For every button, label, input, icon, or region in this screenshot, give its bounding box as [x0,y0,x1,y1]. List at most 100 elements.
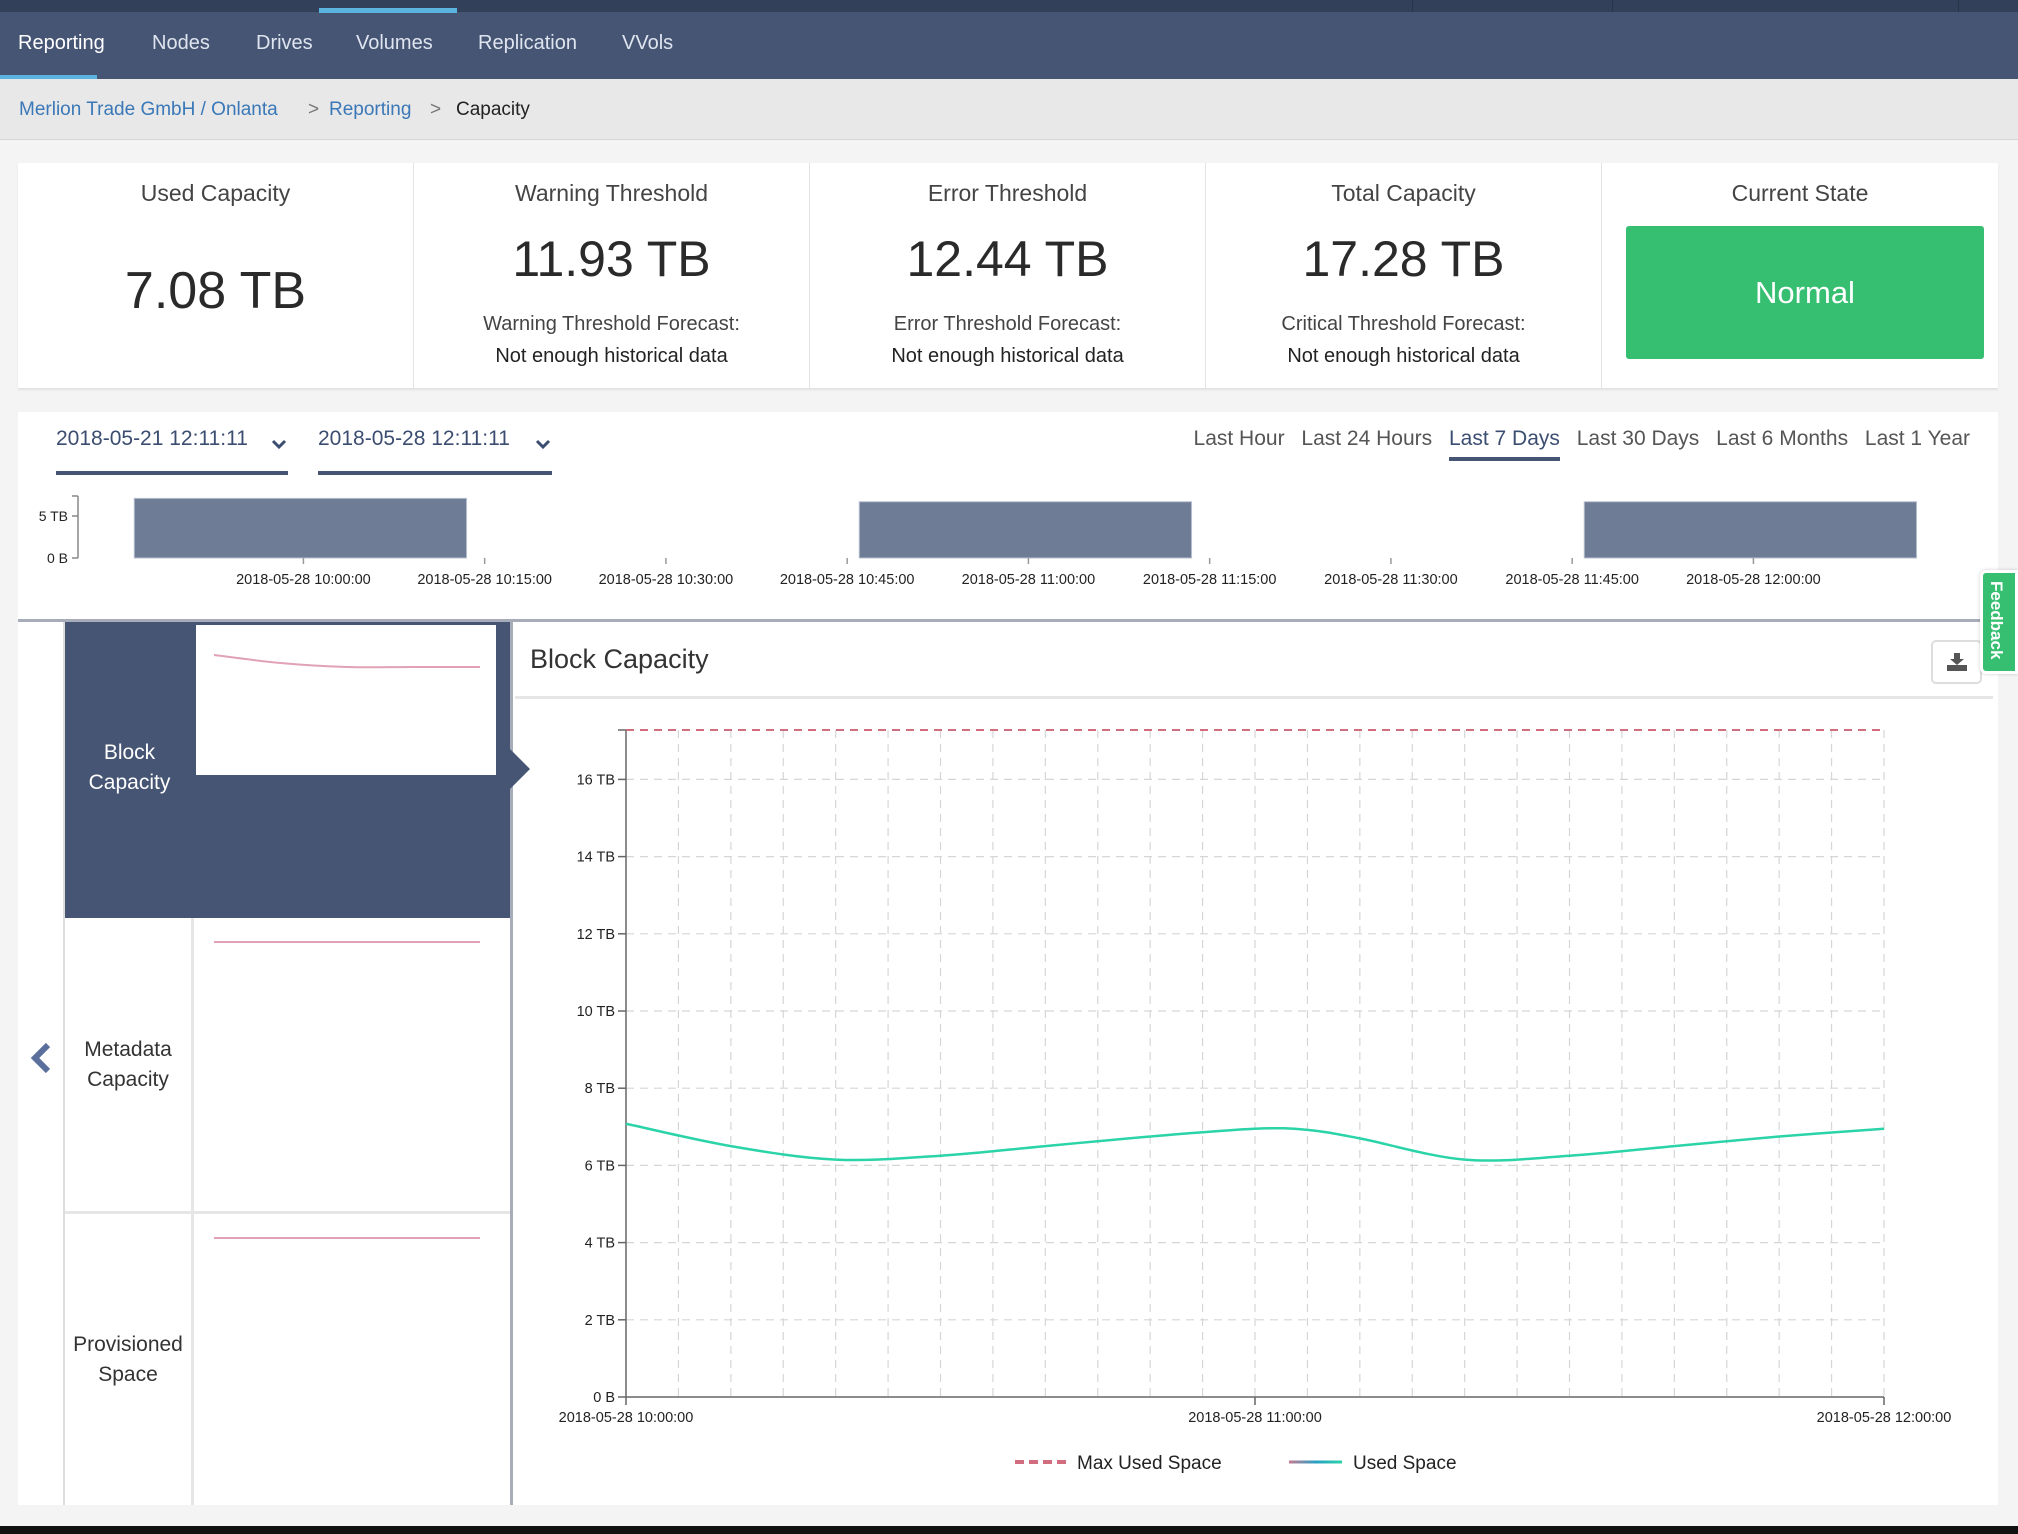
forecast-label: Critical Threshold Forecast: [1281,313,1526,335]
x-tick-label: 2018-05-28 10:15:00 [417,572,552,588]
strip-divider [1612,0,1613,12]
x-tick-label: 2018-05-28 11:15:00 [1143,572,1277,588]
y-tick-label: 16 TB [577,772,615,788]
legend-label-max-used-space: Max Used Space [1077,1453,1222,1474]
x-tick-label: 2018-05-28 10:00:00 [559,1410,694,1426]
x-tick-label: 2018-05-28 11:45:00 [1505,572,1639,588]
stat-title: Warning Threshold [514,180,709,206]
range-last-7-days[interactable]: Last 7 Days [1449,427,1560,461]
stat-error-threshold: Error Threshold 12.44 TB Error Threshold… [810,163,1206,388]
feedback-label: Feedback [1987,581,2006,660]
tab-vvols[interactable]: VVols [622,12,673,79]
collapse-column [18,622,63,1505]
y-tick-label: 12 TB [577,927,615,943]
start-date-select[interactable]: 2018-05-21 12:11:11 [56,427,288,475]
strip-divider [1412,0,1413,12]
tile-sparkline [213,1237,480,1239]
breadcrumb-cluster-link[interactable]: Merlion Trade GmbH / Onlanta [19,99,278,121]
stat-title: Used Capacity [140,180,291,206]
tab-drives[interactable]: Drives [256,12,313,79]
y-tick-label: 6 TB [585,1158,615,1174]
block-capacity-chart: 0 B 2 TB 4 TB 6 TB 8 TB 10 TB 12 TB 14 TB 16 TB 2… [559,729,1951,1474]
title-divider [515,696,1993,699]
stat-warning-threshold: Warning Threshold 11.93 TB Warning Thres… [414,163,810,388]
tile-sparkline [213,941,480,943]
tab-reporting[interactable]: Reporting [18,12,105,79]
download-button[interactable] [1931,640,1982,684]
forecast-value: Not enough historical data [891,345,1124,367]
metric-tiles: Block Capacity Metadata Capacity Provision… [63,622,512,1505]
x-tick-label: 2018-05-28 10:00:00 [236,572,371,588]
tile-metadata-capacity[interactable]: Metadata Capacity [65,918,512,1214]
state-badge: Normal [1626,226,1984,359]
y-tick-label: 5 TB [39,508,68,524]
y-tick-label: 10 TB [577,1004,615,1020]
range-last-30-days[interactable]: Last 30 Days [1577,427,1700,457]
tab-volumes[interactable]: Volumes [356,12,433,79]
range-bar [858,501,1193,559]
range-last-24-hours[interactable]: Last 24 Hours [1301,427,1432,457]
stat-title: Total Capacity [1331,180,1476,206]
window-top-strip [0,0,2018,12]
main-nav: Reporting Nodes Drives Volumes Replicati… [0,8,2018,80]
active-tile-pointer [508,747,530,791]
time-range-panel: 2018-05-21 12:11:11 2018-05-28 12:11:11 … [18,412,1998,620]
breadcrumb-current: Capacity [456,99,530,120]
tile-block-capacity[interactable]: Block Capacity [65,622,512,918]
forecast-label: Error Threshold Forecast: [893,313,1122,335]
stat-value: 7.08 TB [124,262,307,320]
capacity-summary: Used Capacity 7.08 TB Warning Threshold … [18,163,1998,388]
breadcrumb: Merlion Trade GmbH / Onlanta > Reporting… [0,79,2018,140]
chart-title: Block Capacity [530,644,709,674]
end-date-select[interactable]: 2018-05-28 12:11:11 [318,427,552,475]
y-tick-label: 8 TB [585,1081,615,1097]
x-tick-label: 2018-05-28 11:00:00 [1188,1410,1322,1426]
tab-nodes[interactable]: Nodes [152,12,210,79]
range-last-hour[interactable]: Last Hour [1194,427,1285,457]
window-bottom-strip [0,1526,2018,1534]
y-tick-label: 4 TB [585,1236,615,1252]
range-bar [133,497,468,559]
download-icon [1947,653,1967,671]
y-tick-label: 0 B [593,1390,615,1406]
range-last-1-year[interactable]: Last 1 Year [1865,427,1970,457]
stat-title: Current State [1731,180,1869,206]
stat-current-state: Current State Normal [1602,163,1998,388]
chevron-down-icon [535,439,551,450]
end-date-value: 2018-05-28 12:11:11 [318,427,510,450]
stat-value: 11.93 TB [512,231,711,287]
feedback-tab[interactable]: Feedback [1980,570,2018,674]
stat-title: Error Threshold [927,180,1088,206]
range-bar [1583,501,1918,559]
breadcrumb-separator: > [308,99,320,120]
tab-replication[interactable]: Replication [478,12,577,79]
x-tick-label: 2018-05-28 11:00:00 [962,572,1096,588]
detail-chart-panel: 0 B 2 TB 4 TB 6 TB 8 TB 10 TB 12 TB 14 TB 16 TB 2… [510,622,1998,1505]
tile-label: Block Capacity [88,741,171,794]
chevron-left-icon[interactable] [28,1040,54,1076]
breadcrumb-reporting-link[interactable]: Reporting [329,99,411,121]
tile-label: Provisioned Space [65,1214,194,1505]
tile-sparkline [196,625,496,775]
strip-divider [1958,0,1959,12]
x-tick-label: 2018-05-28 10:30:00 [599,572,734,588]
start-date-value: 2018-05-21 12:11:11 [56,427,248,450]
stat-total-capacity: Total Capacity 17.28 TB Critical Thresho… [1206,163,1602,388]
range-presets: Last Hour Last 24 Hours Last 7 Days Last… [1183,427,1970,461]
sparkline-path [213,654,480,669]
y-tick-label: 14 TB [577,850,615,866]
chevron-down-icon [271,439,287,450]
legend-label-used-space: Used Space [1353,1453,1457,1474]
legend-swatch-used-space [1289,1460,1342,1464]
range-last-6-months[interactable]: Last 6 Months [1716,427,1848,457]
forecast-label: Warning Threshold Forecast: [483,313,740,335]
tile-provisioned-space[interactable]: Provisioned Space [65,1214,512,1505]
y-tick-label: 0 B [47,550,68,566]
forecast-value: Not enough historical data [495,345,728,367]
x-tick-label: 2018-05-28 11:30:00 [1324,572,1458,588]
stat-value: 17.28 TB [1302,231,1505,287]
stat-used-capacity: Used Capacity 7.08 TB [18,163,414,388]
tile-label: Metadata Capacity [65,918,194,1211]
range-overview-chart[interactable]: 0 B 5 TB 2018-05-28 10:00:00 2018-05-28 10:… [18,492,1998,620]
x-tick-label: 2018-05-28 10:45:00 [780,572,915,588]
